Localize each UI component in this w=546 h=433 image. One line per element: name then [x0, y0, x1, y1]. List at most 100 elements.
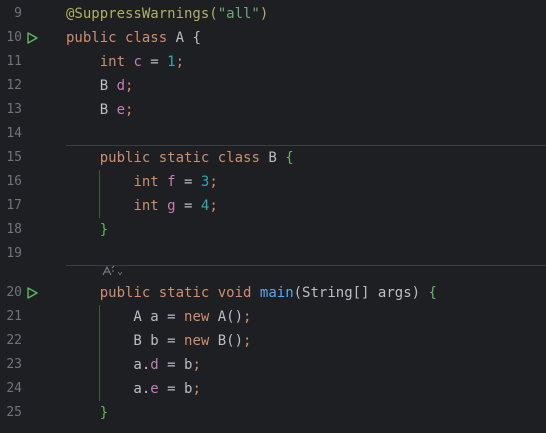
code-line[interactable]: 25 } [0, 401, 546, 425]
code-text: int c = 1; [66, 50, 184, 74]
line-number: 25 [6, 405, 22, 420]
line-number: 17 [6, 198, 22, 213]
code-token: g [167, 198, 176, 214]
code-line[interactable]: 20 public static void main(String[] args… [0, 281, 546, 305]
code-token: B() [217, 333, 244, 349]
code-token: ; [125, 78, 134, 94]
code-token: public [99, 150, 159, 166]
method-separator [66, 145, 546, 146]
code-token: B [66, 78, 117, 94]
code-token: d [150, 357, 159, 373]
code-token: ; [209, 174, 218, 190]
code-line[interactable]: 12 B d; [0, 74, 546, 98]
code-token: = b [158, 381, 193, 397]
code-token: B [66, 102, 117, 118]
code-token: ; [209, 198, 218, 214]
code-token: int [133, 174, 168, 190]
code-text: B e; [66, 98, 134, 122]
code-line[interactable]: 24 a.e = b; [0, 377, 546, 401]
code-token: } [99, 222, 109, 238]
line-number: 11 [6, 54, 22, 69]
code-token: int [133, 198, 168, 214]
code-line[interactable]: 9 @SuppressWarnings("all") [0, 2, 546, 26]
code-token: (String[] args) [293, 285, 429, 301]
code-token: = [175, 198, 201, 214]
code-text: } [66, 218, 108, 242]
run-class-icon[interactable] [26, 32, 38, 44]
code-token: A() [217, 309, 244, 325]
code-token: ; [192, 357, 201, 373]
code-token: { [428, 285, 437, 301]
code-token: void [217, 285, 260, 301]
code-token: ; [175, 54, 185, 70]
code-token: ) [259, 6, 269, 22]
line-number: 10 [6, 30, 22, 45]
code-text: A a = new A(); [66, 305, 251, 329]
inlay-hint[interactable]: ⌄ [101, 265, 123, 279]
code-text: B b = new B(); [66, 329, 251, 353]
code-token: class [217, 150, 269, 166]
code-line[interactable]: 21 A a = new A(); [0, 305, 546, 329]
code-line[interactable]: 18 } [0, 218, 546, 242]
code-token: e [116, 102, 126, 118]
code-text: a.d = b; [66, 353, 201, 377]
code-token: f [167, 174, 176, 190]
code-token: class [125, 30, 176, 46]
code-token: new [184, 333, 218, 349]
indent-guide [99, 170, 100, 218]
line-number: 15 [6, 150, 22, 165]
code-token: c [133, 54, 142, 70]
code-token: = b [158, 357, 193, 373]
code-token: = [141, 54, 168, 70]
line-number: 23 [6, 357, 22, 372]
code-token: a. [66, 357, 151, 373]
code-token: static [158, 150, 218, 166]
code-line[interactable]: 13 B e; [0, 98, 546, 122]
line-number: 13 [6, 102, 22, 117]
line-number: 24 [6, 381, 22, 396]
line-number: 14 [6, 126, 22, 141]
code-token: public [66, 30, 126, 46]
code-token: B b = [66, 333, 185, 349]
code-token: = [175, 174, 201, 190]
code-token: int [99, 54, 134, 70]
ai-assistant-icon [102, 265, 115, 276]
code-line[interactable]: 19 [0, 242, 546, 266]
code-token: new [184, 309, 218, 325]
code-line[interactable]: 15 public static class B { [0, 146, 546, 170]
code-token: A [175, 30, 193, 46]
code-token: B [268, 150, 286, 166]
code-line[interactable]: 17 int g = 4; [0, 194, 546, 218]
code-token: { [285, 150, 294, 166]
code-line[interactable]: 10 public class A { [0, 26, 546, 50]
code-line[interactable]: 14 [0, 122, 546, 146]
code-editor[interactable]: 9 @SuppressWarnings("all") 10 public class … [0, 0, 546, 433]
code-line[interactable]: 16 int f = 3; [0, 170, 546, 194]
code-token: public [99, 285, 159, 301]
code-token: } [99, 405, 109, 421]
line-number: 20 [6, 285, 22, 300]
line-number: 19 [6, 246, 22, 261]
code-text: a.e = b; [66, 377, 200, 401]
code-token: @SuppressWarnings( [66, 6, 218, 22]
code-line[interactable]: 11 int c = 1; [0, 50, 546, 74]
code-token: ; [243, 309, 252, 325]
code-token: 1 [167, 54, 176, 70]
run-main-icon[interactable] [26, 287, 38, 299]
line-number: 9 [14, 6, 22, 21]
code-text: @SuppressWarnings("all") [66, 2, 268, 26]
line-number: 22 [6, 333, 22, 348]
code-token: { [192, 30, 201, 46]
code-token: e [150, 381, 159, 397]
code-line[interactable]: 22 B b = new B(); [0, 329, 546, 353]
line-number: 12 [6, 78, 22, 93]
line-number: 18 [6, 222, 22, 237]
method-separator [66, 265, 546, 266]
code-line[interactable]: 23 a.d = b; [0, 353, 546, 377]
code-token: "all" [217, 6, 260, 22]
line-number: 21 [6, 309, 22, 324]
